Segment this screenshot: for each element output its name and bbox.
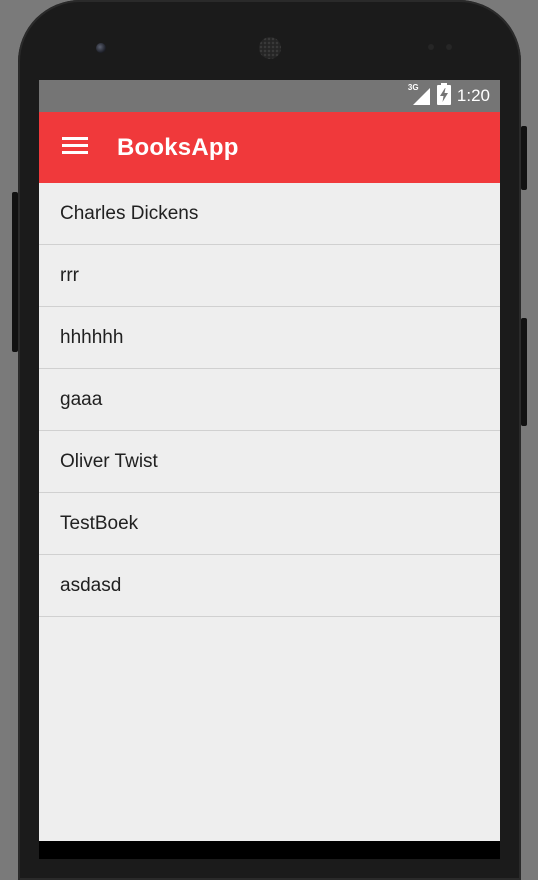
list-item[interactable]: Charles Dickens: [39, 183, 500, 245]
light-sensor: [446, 44, 452, 50]
book-title: gaaa: [60, 388, 103, 410]
list-item[interactable]: TestBoek: [39, 493, 500, 555]
status-icons: 3G 1:20: [407, 80, 490, 112]
battery-charging-icon: [436, 82, 451, 110]
menu-button[interactable]: [51, 126, 99, 168]
screen: 3G 1:20 BooksApp Charles Dickens rrr hhh…: [39, 80, 500, 841]
app-title: BooksApp: [117, 134, 239, 161]
list-item[interactable]: hhhhhh: [39, 307, 500, 369]
navigation-bar: [39, 841, 500, 859]
book-title: TestBoek: [60, 512, 139, 534]
list-item[interactable]: rrr: [39, 245, 500, 307]
device-frame: 3G 1:20 BooksApp Charles Dickens rrr hhh…: [0, 0, 538, 880]
app-toolbar: BooksApp: [39, 112, 500, 183]
book-title: hhhhhh: [60, 326, 124, 348]
hamburger-menu-icon: [62, 135, 88, 160]
book-title: asdasd: [60, 574, 122, 596]
front-camera: [96, 43, 106, 53]
list-item[interactable]: gaaa: [39, 369, 500, 431]
status-clock: 1:20: [456, 86, 490, 105]
book-list: Charles Dickens rrr hhhhhh gaaa Oliver T…: [39, 183, 500, 617]
signal-icon: 3G: [407, 83, 431, 106]
book-title: Charles Dickens: [60, 202, 199, 224]
earpiece-speaker: [259, 37, 281, 59]
network-type-label: 3G: [407, 83, 419, 92]
status-bar: 3G 1:20: [39, 80, 500, 112]
side-button: [521, 318, 527, 426]
power-button: [521, 126, 527, 190]
list-item[interactable]: asdasd: [39, 555, 500, 617]
list-item[interactable]: Oliver Twist: [39, 431, 500, 493]
book-title: rrr: [60, 264, 79, 286]
book-title: Oliver Twist: [60, 450, 158, 472]
proximity-sensor: [428, 44, 434, 50]
